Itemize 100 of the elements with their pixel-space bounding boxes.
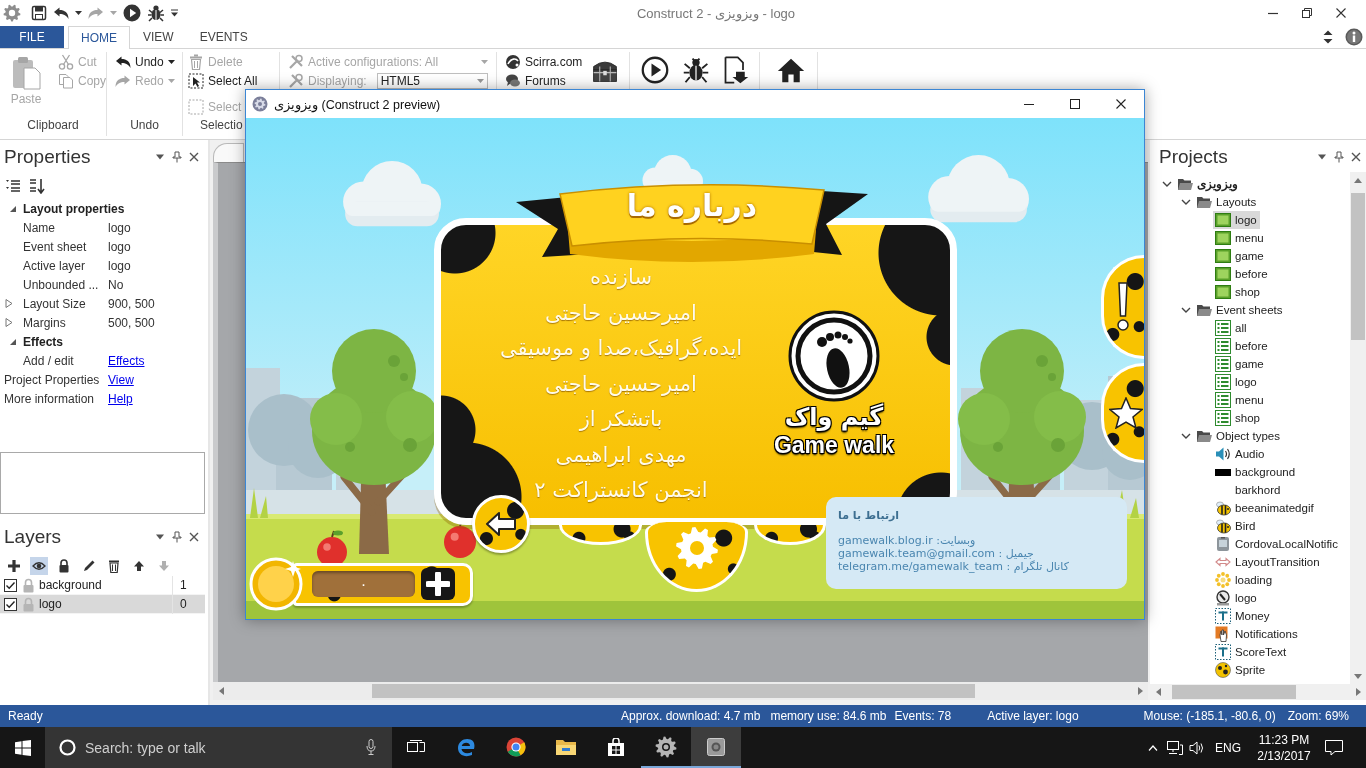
search-field[interactable]: Search: type or talk bbox=[45, 727, 392, 768]
scroll-left-icon[interactable] bbox=[1155, 688, 1161, 696]
tree-item[interactable]: logo bbox=[1213, 373, 1260, 391]
tree-item[interactable]: LayoutTransition bbox=[1213, 553, 1323, 571]
tree-item[interactable]: menu bbox=[1213, 391, 1267, 409]
scroll-right-icon[interactable] bbox=[1137, 687, 1143, 695]
scroll-thumb[interactable] bbox=[1172, 685, 1296, 699]
add-button[interactable] bbox=[421, 568, 455, 600]
tree-item[interactable]: barkhord bbox=[1213, 481, 1284, 499]
dropdown-icon[interactable] bbox=[154, 154, 166, 160]
chevron-down-icon[interactable] bbox=[1162, 181, 1172, 187]
tree-item[interactable]: CordovaLocalNotific bbox=[1213, 535, 1341, 553]
scroll-right-icon[interactable] bbox=[1355, 688, 1361, 696]
property-label: Add / edit bbox=[23, 353, 75, 368]
tree-item[interactable]: Event sheets bbox=[1194, 301, 1286, 319]
notification-icon[interactable] bbox=[1325, 739, 1343, 756]
tree-item[interactable]: background bbox=[1213, 463, 1299, 481]
network-icon[interactable] bbox=[1167, 740, 1183, 755]
chevron-down-icon[interactable] bbox=[1181, 433, 1191, 439]
ribbon-tab[interactable]: HOME bbox=[68, 26, 130, 49]
undo-button[interactable]: Undo bbox=[115, 52, 175, 71]
tree-item[interactable]: ویزویزی bbox=[1175, 175, 1241, 193]
vertical-scrollbar[interactable] bbox=[1350, 172, 1366, 684]
tree-item[interactable]: Layouts bbox=[1194, 193, 1260, 211]
tree-item[interactable]: Bird bbox=[1213, 517, 1259, 535]
website-link[interactable]: Scirra.com bbox=[505, 52, 583, 71]
expander-icon[interactable] bbox=[9, 337, 17, 346]
close-icon[interactable] bbox=[1350, 151, 1362, 163]
tree-item[interactable]: before bbox=[1213, 265, 1271, 283]
forums-link[interactable]: Forums bbox=[505, 71, 566, 90]
layer-tool-button[interactable] bbox=[30, 557, 48, 575]
taskbar-button[interactable] bbox=[691, 727, 741, 768]
close-icon[interactable] bbox=[188, 531, 200, 543]
tree-item[interactable]: game bbox=[1213, 355, 1267, 373]
scroll-thumb[interactable] bbox=[1351, 193, 1365, 340]
save-icon[interactable] bbox=[31, 5, 47, 21]
tree-item[interactable]: loading bbox=[1213, 571, 1276, 589]
property-link[interactable]: View bbox=[108, 372, 134, 387]
tree-item[interactable]: Audio bbox=[1213, 445, 1268, 463]
select-all-button[interactable]: Select All bbox=[188, 71, 258, 90]
checkbox[interactable] bbox=[4, 597, 17, 611]
dropdown-icon[interactable] bbox=[1316, 154, 1328, 160]
sort-icon[interactable] bbox=[29, 178, 45, 194]
expander-icon[interactable] bbox=[5, 299, 13, 308]
tree-item[interactable]: logo bbox=[1213, 211, 1260, 229]
tree-item[interactable]: Notifications bbox=[1213, 625, 1301, 643]
pin-icon[interactable] bbox=[171, 151, 183, 163]
horizontal-scrollbar[interactable] bbox=[1150, 684, 1366, 700]
scroll-down-icon[interactable] bbox=[1354, 673, 1362, 679]
scroll-thumb[interactable] bbox=[372, 684, 975, 698]
tree-item[interactable]: all bbox=[1213, 319, 1250, 337]
tree-item[interactable]: menu bbox=[1213, 229, 1267, 247]
layer-row[interactable]: logo 0 bbox=[0, 595, 205, 614]
undo-icon[interactable] bbox=[53, 6, 69, 20]
property-link[interactable]: Help bbox=[108, 391, 133, 406]
tree-item[interactable]: shop bbox=[1213, 283, 1263, 301]
pin-icon[interactable] bbox=[1333, 151, 1345, 163]
tree-item[interactable]: Sprite bbox=[1213, 661, 1269, 679]
volume-icon[interactable] bbox=[1189, 740, 1205, 755]
categorized-icon[interactable] bbox=[5, 179, 21, 193]
microphone-icon[interactable] bbox=[366, 739, 376, 755]
caret-icon[interactable] bbox=[75, 11, 82, 15]
file-tab[interactable]: FILE bbox=[0, 26, 64, 48]
expander-icon[interactable] bbox=[9, 204, 17, 213]
checkbox[interactable] bbox=[4, 578, 17, 592]
gear-icon[interactable] bbox=[3, 4, 21, 22]
ribbon-tab[interactable]: VIEW bbox=[130, 26, 187, 48]
credit-line: باتشکر از bbox=[579, 406, 663, 433]
clock-time[interactable]: 11:23 PM bbox=[1258, 731, 1310, 748]
tree-item[interactable]: ScoreText bbox=[1213, 643, 1290, 661]
play-icon[interactable] bbox=[123, 4, 141, 22]
layout-icon bbox=[1215, 231, 1231, 245]
group-label: Selectio bbox=[199, 118, 243, 134]
expander-icon[interactable] bbox=[5, 318, 13, 327]
chevron-down-icon[interactable] bbox=[1181, 307, 1191, 313]
info-icon[interactable] bbox=[1345, 28, 1363, 46]
clock-date[interactable]: 2/13/2017 bbox=[1257, 747, 1311, 764]
tree-item[interactable]: shop bbox=[1213, 409, 1263, 427]
scroll-left-icon[interactable] bbox=[218, 687, 224, 695]
horizontal-scrollbar[interactable] bbox=[213, 682, 1148, 700]
tree-item[interactable]: Money bbox=[1213, 607, 1273, 625]
dropdown-icon[interactable] bbox=[154, 534, 166, 540]
language-indicator[interactable]: ENG bbox=[1208, 740, 1248, 755]
ribbon-tab[interactable]: EVENTS bbox=[186, 26, 261, 48]
tree-item[interactable]: logo bbox=[1213, 589, 1260, 607]
tree-item[interactable]: Object types bbox=[1194, 427, 1283, 445]
scroll-up-icon[interactable] bbox=[1354, 177, 1362, 183]
chevron-up-icon[interactable] bbox=[1148, 744, 1158, 751]
layout-tab[interactable] bbox=[213, 143, 244, 162]
layer-tool-button[interactable] bbox=[5, 557, 23, 575]
close-icon[interactable] bbox=[188, 151, 200, 163]
customize-caret-icon[interactable] bbox=[171, 9, 178, 17]
bug-icon[interactable] bbox=[147, 4, 165, 22]
tree-item[interactable]: game bbox=[1213, 247, 1267, 265]
property-link[interactable]: Effects bbox=[108, 353, 145, 368]
pin-icon[interactable] bbox=[171, 531, 183, 543]
tree-item[interactable]: before bbox=[1213, 337, 1271, 355]
tree-item[interactable]: beeanimatedgif bbox=[1213, 499, 1317, 517]
collapse-ribbon-icon[interactable] bbox=[1323, 30, 1333, 44]
chevron-down-icon[interactable] bbox=[1181, 199, 1191, 205]
